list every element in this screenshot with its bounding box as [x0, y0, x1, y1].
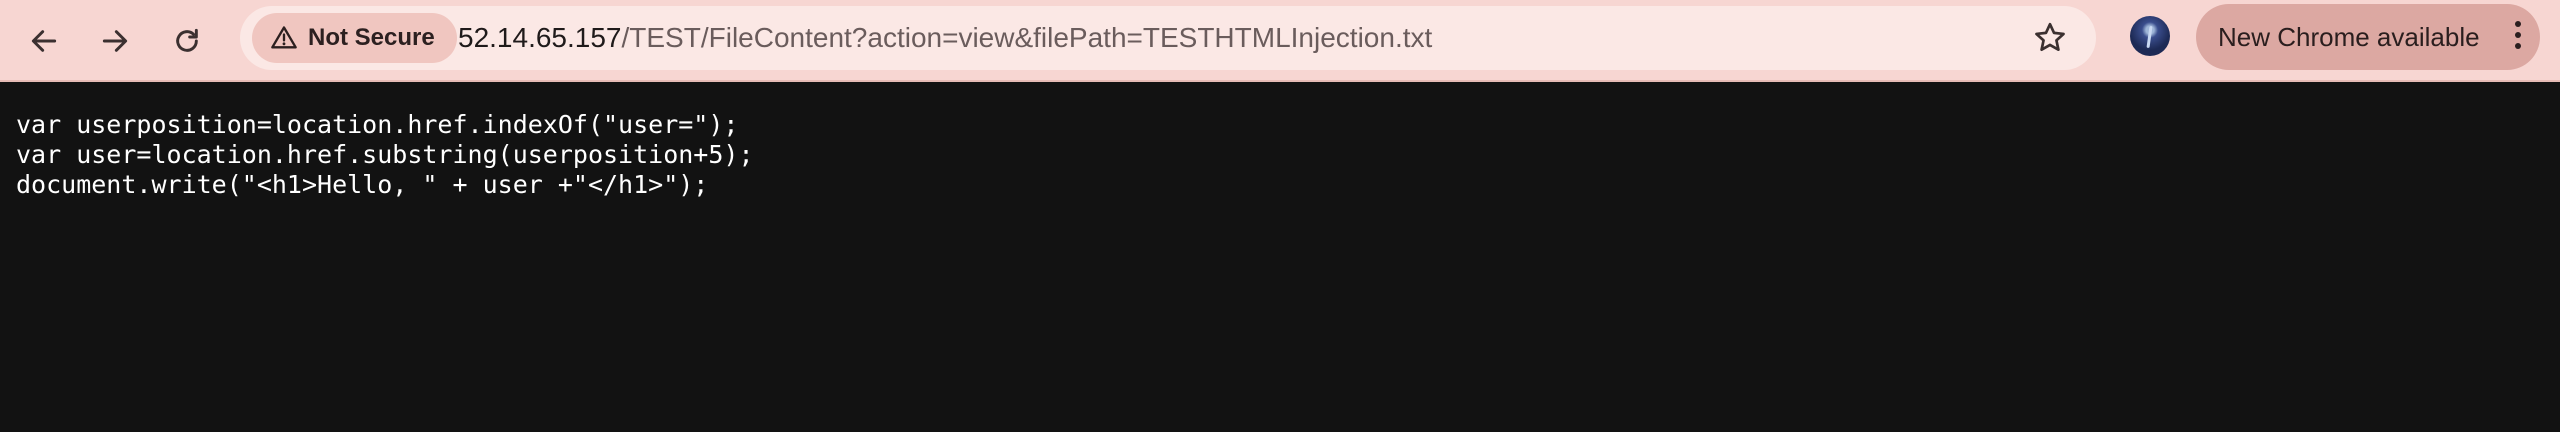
security-label: Not Secure [308, 24, 435, 51]
profile-avatar[interactable] [2130, 16, 2170, 56]
code-line: document.write("<h1>Hello, " + user +"</… [16, 170, 709, 199]
back-button[interactable] [17, 14, 71, 68]
code-line: var userposition=location.href.indexOf("… [16, 110, 739, 139]
browser-toolbar: Not Secure 52.14.65.157/TEST/FileContent… [0, 0, 2560, 82]
file-text: var userposition=location.href.indexOf("… [16, 110, 754, 200]
star-icon [2035, 22, 2065, 52]
url-text[interactable]: 52.14.65.157/TEST/FileContent?action=vie… [458, 6, 1432, 70]
code-line: var user=location.href.substring(userpos… [16, 140, 754, 169]
arrow-left-icon [31, 30, 57, 52]
warning-triangle-icon [271, 26, 297, 49]
forward-button[interactable] [88, 14, 142, 68]
url-host: 52.14.65.157 [458, 22, 622, 53]
url-path: /TEST/FileContent?action=view&filePath=T… [621, 22, 1433, 53]
arrow-right-icon [102, 30, 128, 52]
reload-button[interactable] [160, 14, 214, 68]
reload-icon [176, 28, 198, 52]
new-chrome-available-button[interactable]: New Chrome available [2196, 4, 2540, 70]
update-label: New Chrome available [2218, 21, 2480, 52]
bookmark-button[interactable] [2032, 20, 2068, 56]
kebab-menu-icon[interactable] [2514, 21, 2522, 53]
page-content: var userposition=location.href.indexOf("… [0, 82, 2560, 432]
security-indicator[interactable]: Not Secure [252, 13, 457, 63]
address-bar[interactable]: Not Secure 52.14.65.157/TEST/FileContent… [240, 6, 2096, 70]
